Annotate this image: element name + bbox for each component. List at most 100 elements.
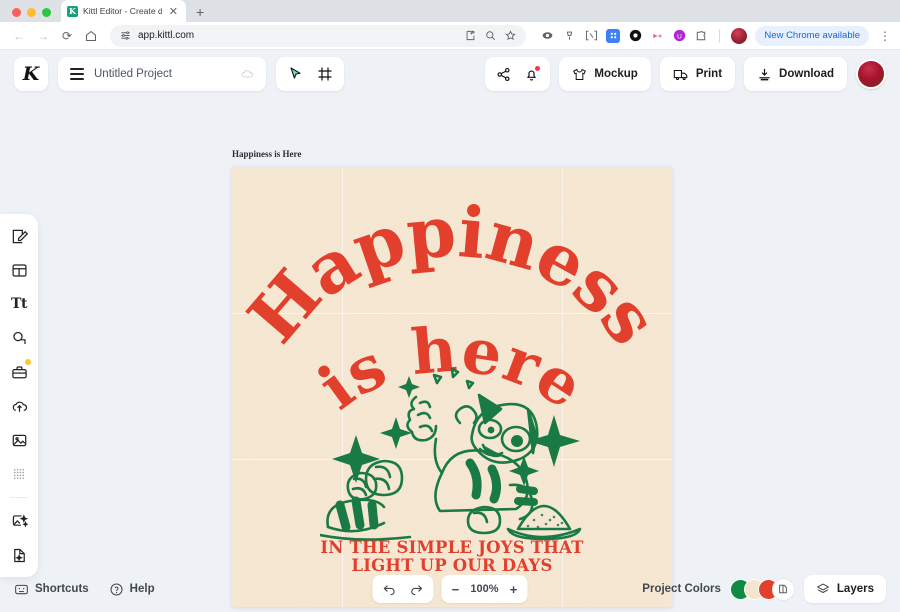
layers-label: Layers bbox=[836, 583, 874, 595]
bottom-right-controls: Project Colors Layers bbox=[642, 575, 886, 603]
download-button[interactable]: Download bbox=[744, 57, 847, 91]
main-menu-icon[interactable] bbox=[70, 68, 84, 80]
zoom-controls: − 100% + bbox=[441, 575, 528, 603]
green-cat-illustration[interactable] bbox=[320, 357, 592, 542]
site-settings-icon[interactable] bbox=[120, 30, 131, 41]
extension-pin-icon[interactable] bbox=[562, 29, 576, 43]
palette-icon[interactable] bbox=[771, 577, 795, 601]
layers-button[interactable]: Layers bbox=[803, 575, 886, 603]
sidebar-item-patterns[interactable] bbox=[6, 462, 32, 486]
extension-bracket-icon[interactable] bbox=[584, 29, 598, 43]
sidebar-item-shapes[interactable] bbox=[6, 326, 32, 350]
truck-icon bbox=[673, 67, 689, 82]
download-label: Download bbox=[779, 68, 834, 80]
share-notify-group bbox=[485, 57, 551, 91]
sidebar-item-ai-vector[interactable] bbox=[6, 543, 32, 567]
notification-badge bbox=[535, 65, 541, 71]
shortcuts-label: Shortcuts bbox=[35, 583, 89, 595]
extension-purple-icon[interactable]: U bbox=[672, 29, 686, 43]
redo-icon[interactable] bbox=[409, 582, 423, 596]
keyboard-icon bbox=[14, 582, 29, 597]
artboard[interactable]: Happiness is here IN THE SIMPLE JOYS THA… bbox=[232, 167, 672, 607]
tshirt-icon bbox=[572, 67, 587, 82]
url-text: app.kittl.com bbox=[138, 30, 195, 41]
undo-icon[interactable] bbox=[382, 582, 396, 596]
browser-tab[interactable]: K Kittl Editor - Create designs t ✕ bbox=[61, 0, 186, 22]
sidebar-item-text[interactable]: Tt bbox=[6, 292, 32, 316]
subtitle-line-1: IN THE SIMPLE JOYS THAT bbox=[320, 538, 584, 557]
bottom-bar: Shortcuts Help − 100% + Project Colors L… bbox=[0, 566, 900, 612]
elements-badge bbox=[24, 358, 32, 366]
mockup-label: Mockup bbox=[594, 68, 638, 80]
help-label: Help bbox=[129, 583, 155, 595]
frame-icon[interactable] bbox=[312, 61, 338, 87]
header-right-actions: Mockup Print Download bbox=[485, 57, 886, 91]
kittl-favicon: K bbox=[67, 5, 78, 17]
print-button[interactable]: Print bbox=[659, 57, 736, 91]
sidebar-item-design[interactable] bbox=[6, 224, 32, 248]
address-bar[interactable]: app.kittl.com bbox=[110, 24, 527, 47]
chrome-update-button[interactable]: New Chrome available bbox=[755, 25, 869, 46]
new-tab-button[interactable]: + bbox=[186, 5, 214, 22]
extension-target-icon[interactable] bbox=[628, 29, 642, 43]
browser-tab-strip: K Kittl Editor - Create designs t ✕ + bbox=[0, 0, 900, 22]
question-circle-icon bbox=[109, 582, 124, 597]
project-color-swatches[interactable] bbox=[729, 577, 795, 601]
sidebar-item-ai-image[interactable] bbox=[6, 509, 32, 533]
mockup-button[interactable]: Mockup bbox=[559, 57, 651, 91]
left-toolbar: Tt bbox=[0, 214, 38, 577]
back-button[interactable]: ← bbox=[8, 25, 30, 47]
reload-button[interactable]: ⟳ bbox=[56, 25, 78, 47]
bookmark-star-icon[interactable] bbox=[505, 30, 517, 41]
download-icon bbox=[757, 67, 772, 82]
zoom-icon[interactable] bbox=[485, 30, 496, 41]
canvas-area[interactable]: Happiness is Here Happiness is here IN T… bbox=[38, 98, 900, 607]
install-icon[interactable] bbox=[465, 30, 476, 41]
kittl-logo-button[interactable]: K bbox=[14, 57, 48, 91]
avatar[interactable] bbox=[856, 59, 886, 89]
browser-toolbar: ← → ⟳ app.kittl.com U New Chrome availab… bbox=[0, 22, 900, 50]
maximize-window-button[interactable] bbox=[42, 8, 51, 17]
extension-red-icon[interactable] bbox=[650, 29, 664, 43]
cloud-sync-icon bbox=[241, 68, 254, 81]
toolbar-divider bbox=[719, 28, 721, 43]
sidebar-divider bbox=[10, 497, 28, 498]
cursor-icon[interactable] bbox=[282, 61, 308, 87]
extension-eye-icon[interactable] bbox=[540, 29, 554, 43]
app-header: K Untitled Project Mockup Print Download bbox=[0, 50, 900, 98]
print-label: Print bbox=[695, 68, 723, 80]
canvas-controls: − 100% + bbox=[372, 575, 528, 603]
artboard-label[interactable]: Happiness is Here bbox=[232, 149, 301, 159]
tab-title: Kittl Editor - Create designs t bbox=[83, 6, 162, 16]
notifications-button[interactable] bbox=[524, 65, 541, 82]
project-colors-label: Project Colors bbox=[642, 583, 721, 595]
browser-menu-button[interactable]: ⋮ bbox=[877, 29, 892, 43]
undo-redo-group bbox=[372, 575, 434, 603]
canvas-tool-group bbox=[276, 57, 344, 91]
zoom-out-button[interactable]: − bbox=[450, 582, 460, 597]
sidebar-item-templates[interactable] bbox=[6, 258, 32, 282]
window-traffic-lights[interactable] bbox=[0, 8, 61, 22]
sidebar-item-uploads[interactable] bbox=[6, 394, 32, 418]
close-window-button[interactable] bbox=[12, 8, 21, 17]
sidebar-item-photos[interactable] bbox=[6, 428, 32, 452]
home-button[interactable] bbox=[80, 25, 102, 47]
shortcuts-button[interactable]: Shortcuts bbox=[14, 582, 89, 597]
sidebar-item-label: Tt bbox=[11, 296, 27, 312]
layers-icon bbox=[816, 582, 830, 596]
sidebar-item-elements[interactable] bbox=[6, 358, 32, 384]
forward-button[interactable]: → bbox=[32, 25, 54, 47]
zoom-in-button[interactable]: + bbox=[509, 582, 519, 597]
share-icon[interactable] bbox=[496, 67, 511, 82]
design-content: Happiness is here IN THE SIMPLE JOYS THA… bbox=[232, 167, 672, 607]
minimize-window-button[interactable] bbox=[27, 8, 36, 17]
browser-profile-avatar[interactable] bbox=[731, 27, 748, 44]
extension-blue-icon[interactable] bbox=[606, 28, 621, 43]
extensions-row[interactable]: U New Chrome available ⋮ bbox=[534, 25, 892, 46]
extension-puzzle-icon[interactable] bbox=[694, 29, 708, 43]
help-button[interactable]: Help bbox=[109, 582, 155, 597]
project-name-input[interactable]: Untitled Project bbox=[94, 68, 231, 80]
svg-text:U: U bbox=[677, 33, 682, 40]
zoom-level-value[interactable]: 100% bbox=[470, 583, 498, 595]
close-tab-button[interactable]: ✕ bbox=[167, 5, 180, 18]
